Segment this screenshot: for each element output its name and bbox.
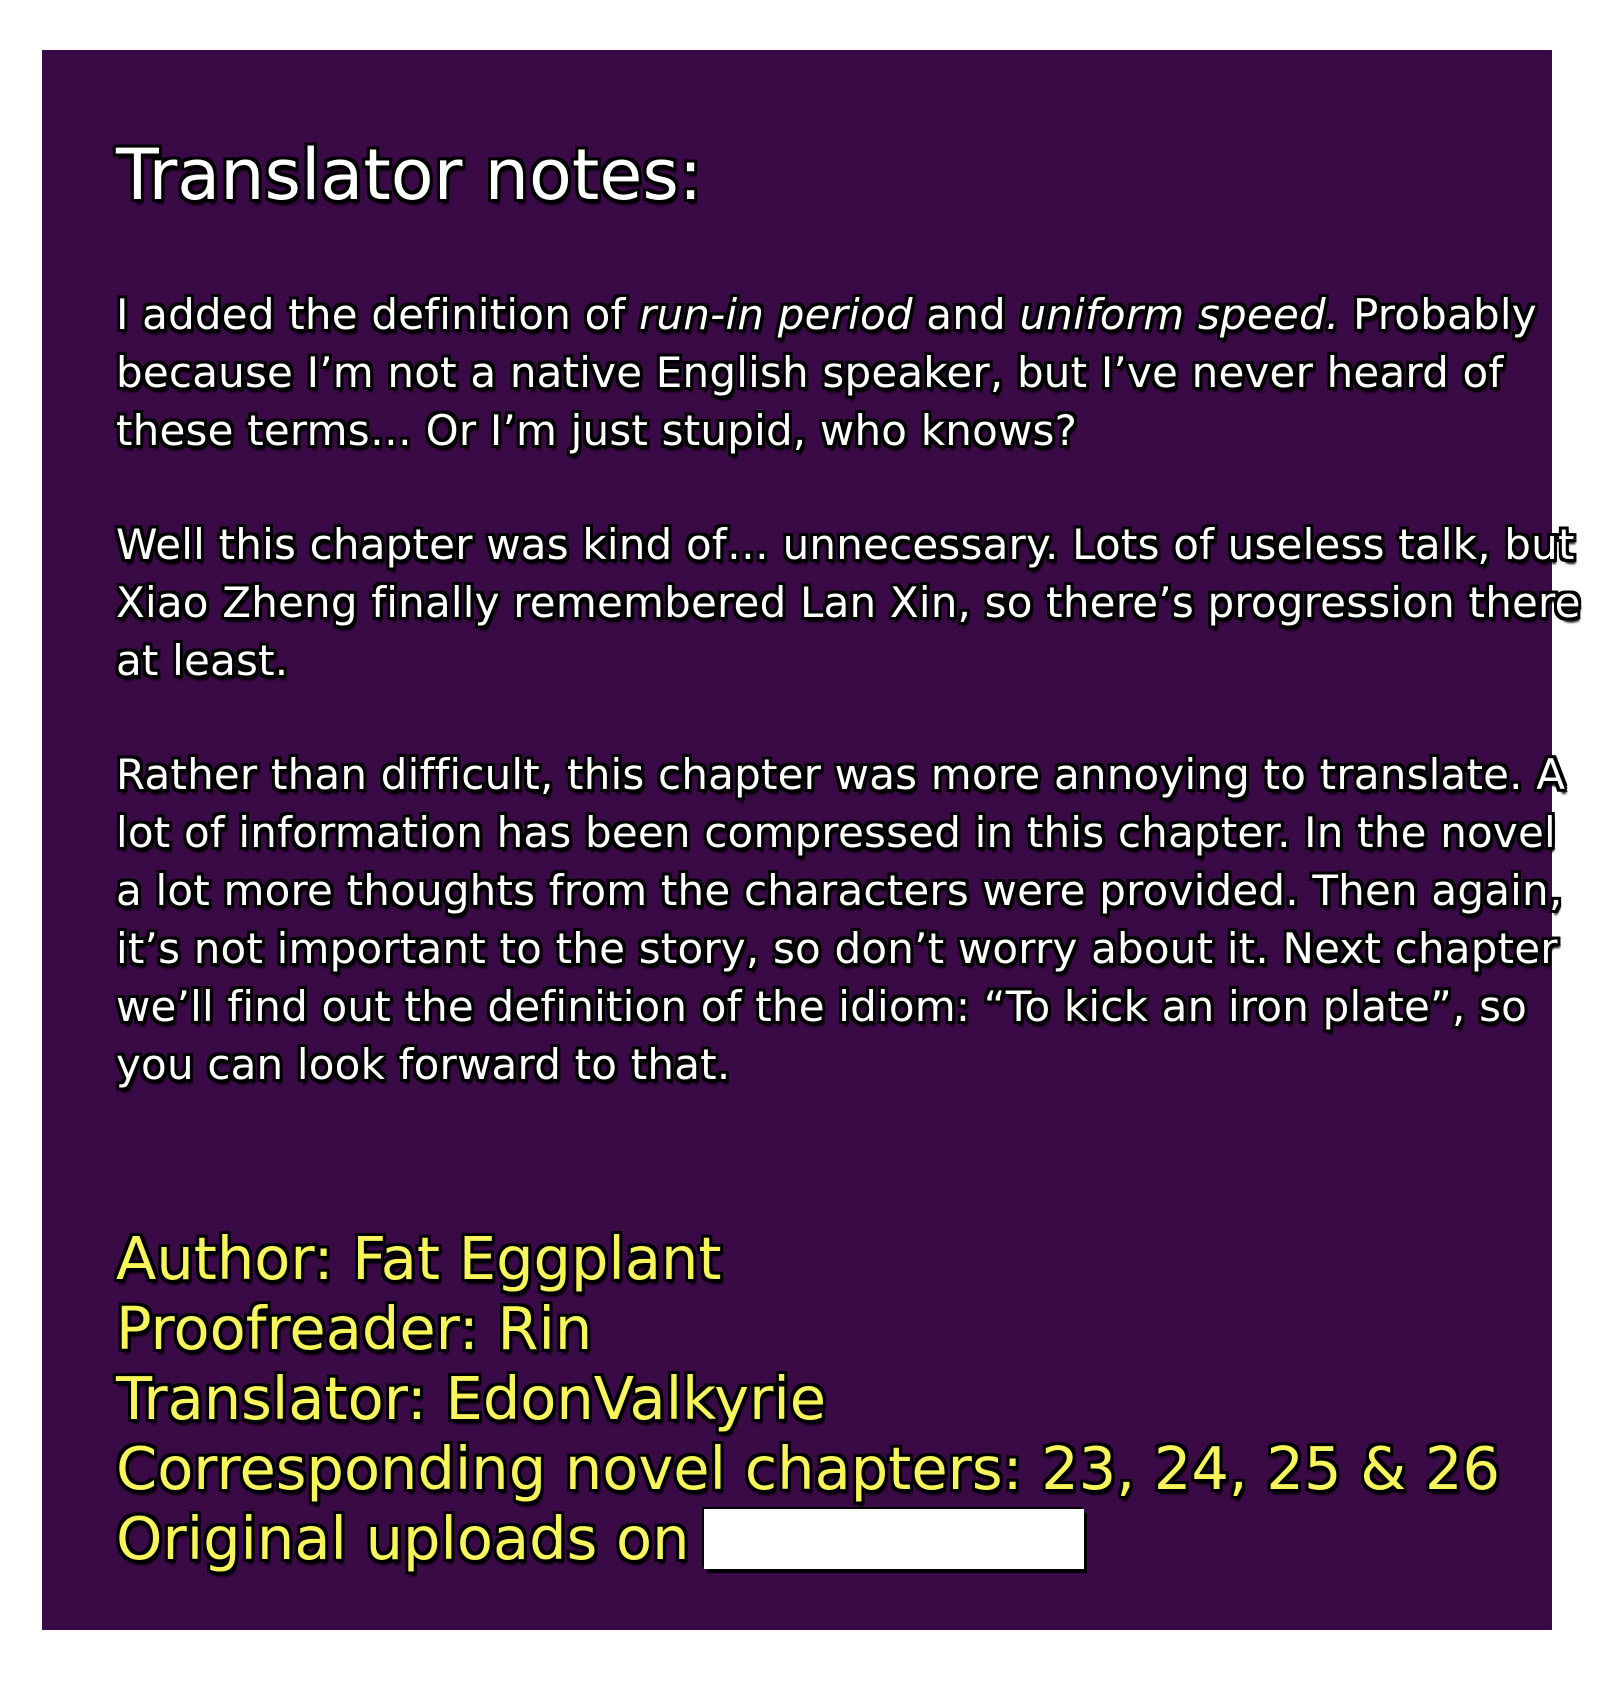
notes-panel: Translator notes: I added the definition…: [42, 50, 1580, 1630]
term-run-in-period: run-in period: [639, 290, 913, 339]
credit-uploads-label: Original uploads on: [116, 1504, 690, 1573]
credit-translator: Translator: EdonValkyrie: [116, 1364, 827, 1433]
redaction-box: [703, 1509, 1084, 1569]
credit-proofreader: Proofreader: Rin: [116, 1294, 593, 1363]
note-paragraph-chapter: Well this chapter was kind of… unnecessa…: [116, 520, 1581, 685]
note-text: and: [912, 290, 1020, 339]
credit-chapters: Corresponding novel chapters: 23, 24, 25…: [116, 1434, 1501, 1503]
notes-title: Translator notes:: [116, 134, 703, 216]
note-text: I added the definition of: [116, 290, 640, 339]
credit-uploads: Original uploads on: [116, 1504, 1586, 1574]
term-uniform-speed: uniform speed.: [1019, 290, 1340, 339]
credits-block: Author: Fat Eggplant Proofreader: Rin Tr…: [116, 1224, 1586, 1574]
credit-author: Author: Fat Eggplant: [116, 1224, 722, 1293]
notes-content: Translator notes: I added the definition…: [116, 130, 1586, 1574]
note-paragraph-translation: Rather than difficult, this chapter was …: [116, 750, 1566, 1089]
note-paragraph-definitions: I added the definition of run-in period …: [116, 286, 1586, 460]
